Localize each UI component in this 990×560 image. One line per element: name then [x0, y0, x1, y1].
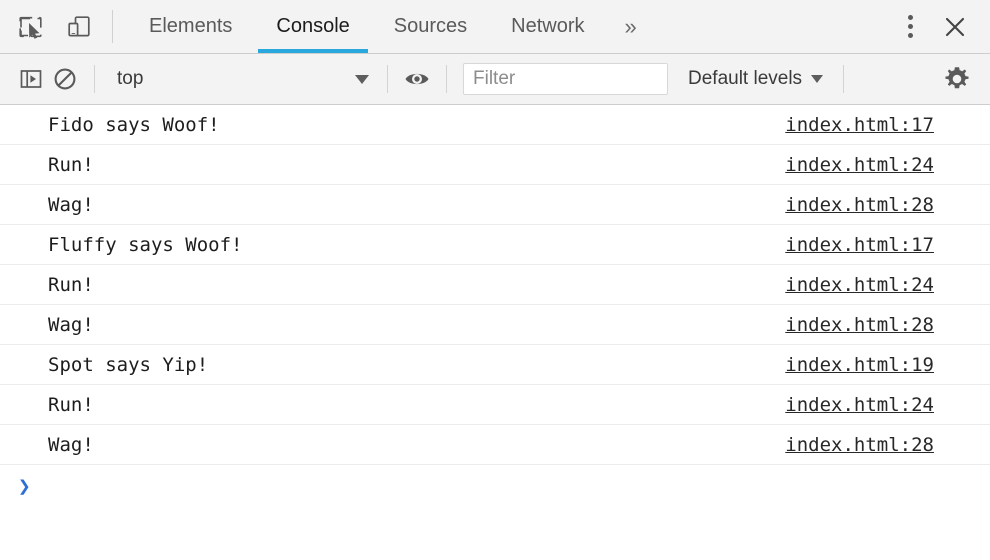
console-message-text: Wag!: [14, 314, 94, 336]
console-message-text: Run!: [14, 154, 94, 176]
more-tabs-button[interactable]: »: [607, 0, 655, 53]
inspect-element-icon[interactable]: [16, 12, 46, 42]
console-message-text: Run!: [14, 274, 94, 296]
console-message-row[interactable]: Wag! index.html:28: [0, 185, 990, 225]
console-message-source-link[interactable]: index.html:17: [785, 114, 934, 136]
chevron-down-icon: [811, 75, 823, 83]
console-message-source-link[interactable]: index.html:24: [785, 154, 934, 176]
console-message-list[interactable]: Fido says Woof! index.html:17 Run! index…: [0, 105, 990, 560]
console-message-source-link[interactable]: index.html:24: [785, 274, 934, 296]
filterbar-divider-2: [387, 65, 388, 93]
live-expression-eye-icon[interactable]: [400, 62, 434, 96]
tabbar-left-icons: [0, 0, 94, 53]
close-icon[interactable]: [934, 6, 976, 48]
tabbar-divider: [112, 10, 113, 43]
console-message-row[interactable]: Fido says Woof! index.html:17: [0, 105, 990, 145]
console-message-row[interactable]: Run! index.html:24: [0, 385, 990, 425]
console-prompt[interactable]: ❯: [0, 465, 990, 507]
filterbar-divider-3: [446, 65, 447, 93]
console-message-row[interactable]: Fluffy says Woof! index.html:17: [0, 225, 990, 265]
tabbar-right-controls: [861, 0, 990, 53]
devtools-panel: Elements Console Sources Network »: [0, 0, 990, 560]
devtools-tabs: Elements Console Sources Network »: [127, 0, 655, 53]
tab-elements[interactable]: Elements: [127, 0, 254, 53]
execution-context-selector[interactable]: top: [107, 68, 375, 90]
console-filter-toolbar: top Default levels: [0, 54, 990, 105]
tab-network-label: Network: [511, 15, 584, 38]
kebab-menu-icon[interactable]: [892, 9, 928, 45]
filterbar-divider-4: [843, 65, 844, 93]
console-message-row[interactable]: Wag! index.html:28: [0, 425, 990, 465]
gear-icon[interactable]: [938, 60, 976, 98]
tab-elements-label: Elements: [149, 15, 232, 38]
devtools-tabbar: Elements Console Sources Network »: [0, 0, 990, 54]
execution-context-label: top: [117, 68, 143, 90]
tab-network[interactable]: Network: [489, 0, 606, 53]
device-toolbar-icon[interactable]: [64, 12, 94, 42]
log-levels-dropdown[interactable]: Default levels: [688, 68, 823, 90]
console-message-source-link[interactable]: index.html:19: [785, 354, 934, 376]
console-prompt-input[interactable]: [43, 470, 990, 502]
log-levels-label: Default levels: [688, 68, 802, 90]
console-message-text: Fluffy says Woof!: [14, 234, 242, 256]
kebab-dot: [908, 33, 913, 38]
prompt-chevron-icon: ❯: [18, 476, 31, 497]
console-message-source-link[interactable]: index.html:28: [785, 434, 934, 456]
chevron-double-right-icon: »: [625, 14, 637, 40]
tab-console[interactable]: Console: [254, 0, 371, 53]
console-message-row[interactable]: Spot says Yip! index.html:19: [0, 345, 990, 385]
console-message-row[interactable]: Run! index.html:24: [0, 265, 990, 305]
tab-sources-label: Sources: [394, 15, 467, 38]
console-message-row[interactable]: Run! index.html:24: [0, 145, 990, 185]
tab-console-label: Console: [276, 15, 349, 38]
console-message-source-link[interactable]: index.html:17: [785, 234, 934, 256]
console-message-source-link[interactable]: index.html:24: [785, 394, 934, 416]
console-message-text: Fido says Woof!: [14, 114, 220, 136]
clear-console-icon[interactable]: [48, 62, 82, 96]
console-message-source-link[interactable]: index.html:28: [785, 314, 934, 336]
console-message-text: Wag!: [14, 434, 94, 456]
console-message-text: Wag!: [14, 194, 94, 216]
console-message-row[interactable]: Wag! index.html:28: [0, 305, 990, 345]
console-message-source-link[interactable]: index.html:28: [785, 194, 934, 216]
console-empty-area: [0, 507, 990, 560]
tab-sources[interactable]: Sources: [372, 0, 489, 53]
chevron-down-icon: [355, 75, 369, 84]
kebab-dot: [908, 24, 913, 29]
console-message-text: Spot says Yip!: [14, 354, 208, 376]
console-message-text: Run!: [14, 394, 94, 416]
console-sidebar-toggle-icon[interactable]: [14, 62, 48, 96]
filterbar-divider-1: [94, 65, 95, 93]
kebab-dot: [908, 15, 913, 20]
search-input[interactable]: [463, 63, 668, 95]
